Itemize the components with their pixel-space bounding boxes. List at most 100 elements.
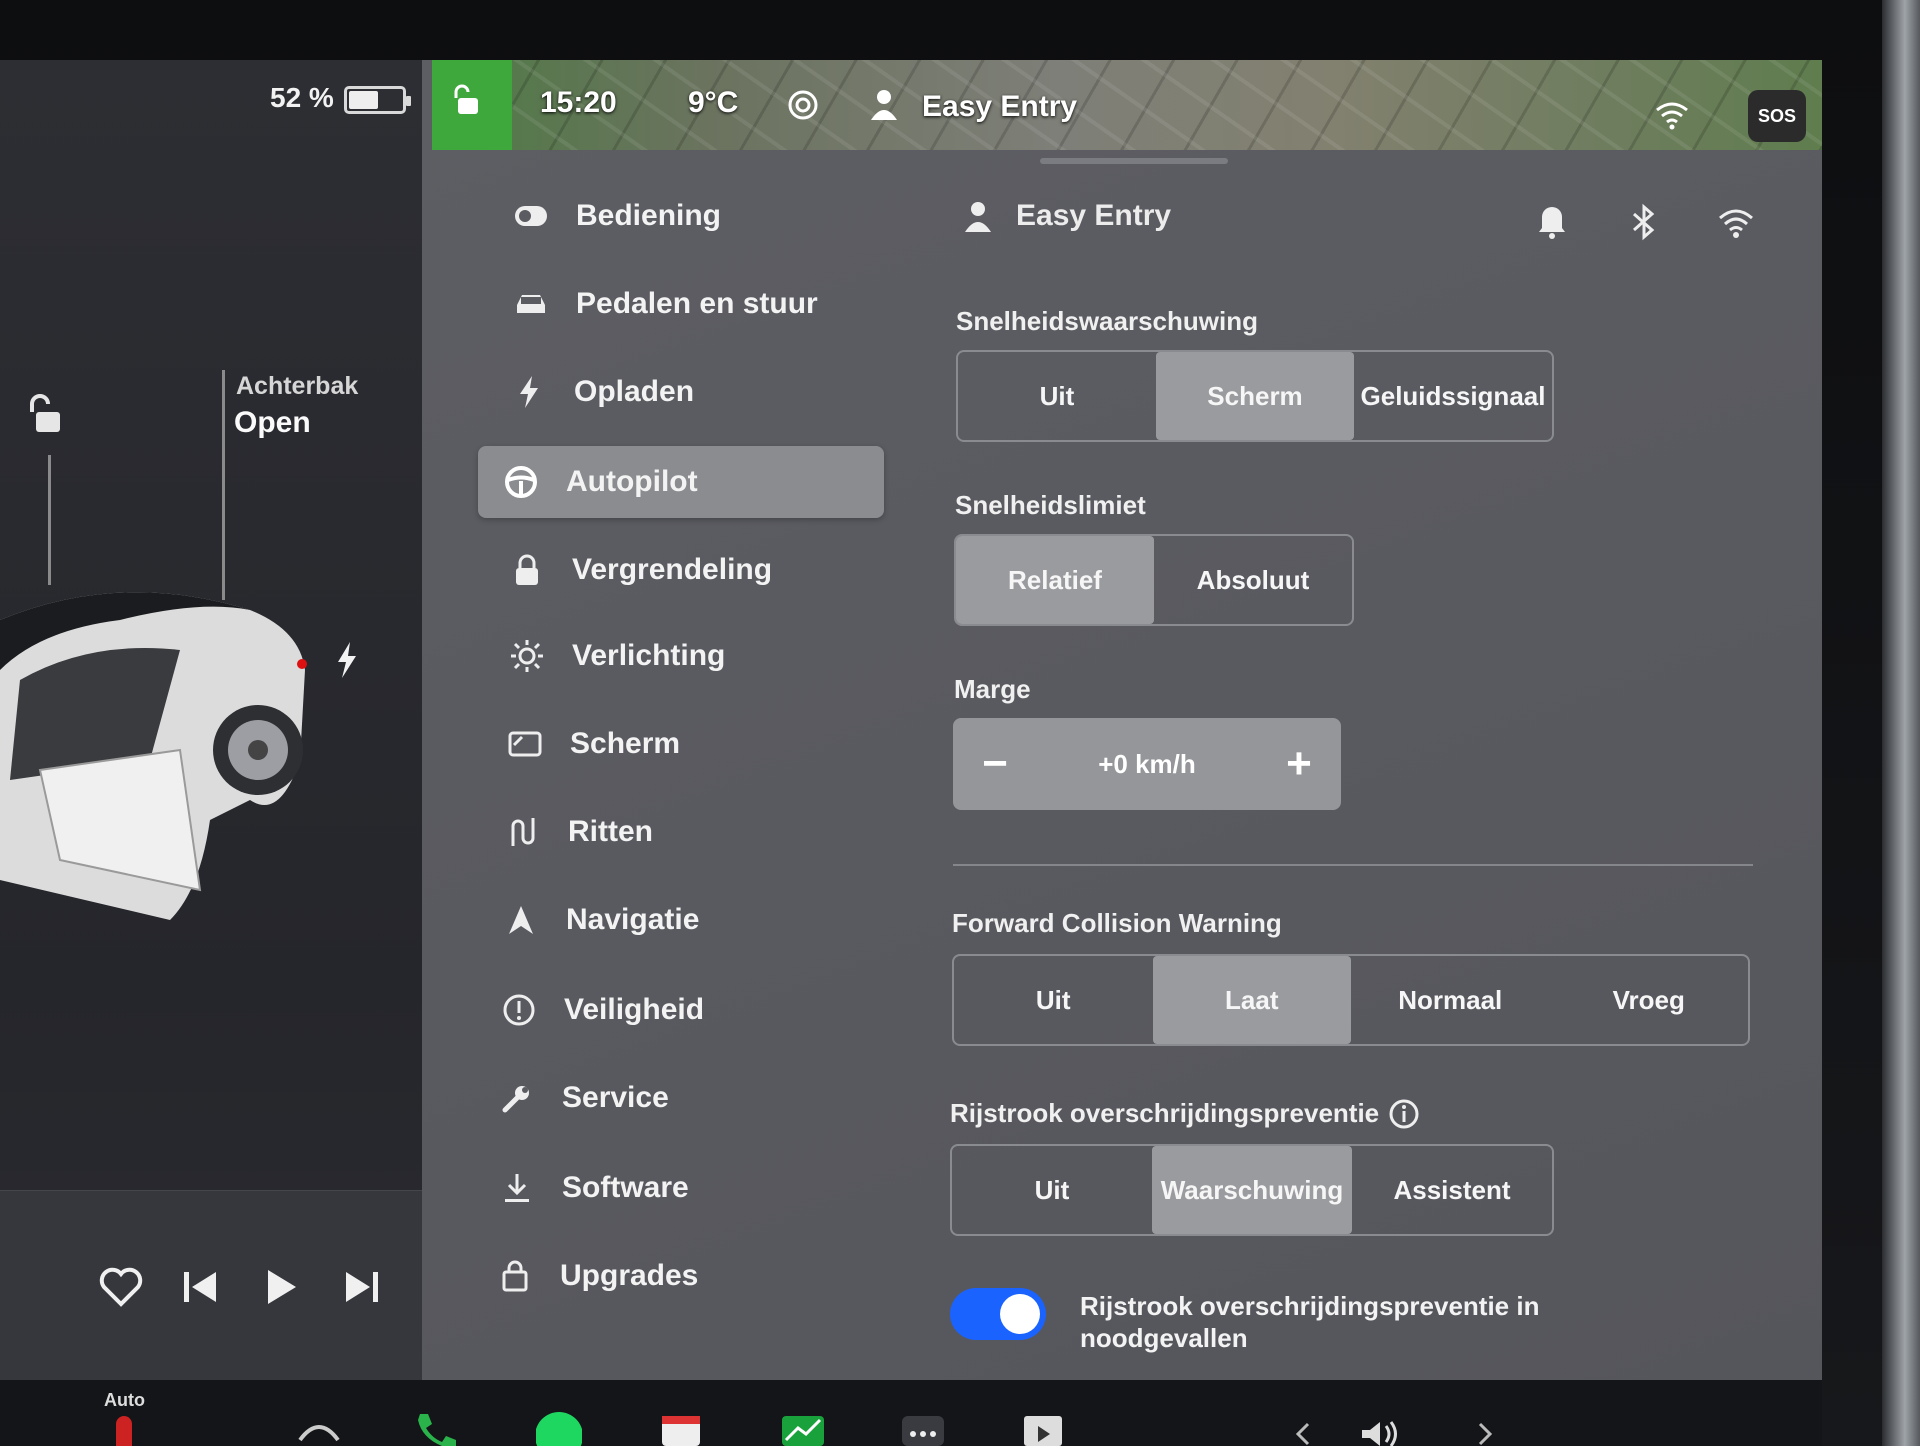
menu-item-autopilot[interactable]: Autopilot [478, 446, 884, 518]
energy-app-icon[interactable] [780, 1410, 826, 1446]
more-apps-icon[interactable] [900, 1410, 946, 1446]
previous-track-icon[interactable] [176, 1262, 226, 1312]
menu-item-label: Veiligheid [564, 993, 705, 1026]
charge-port-icon[interactable] [332, 640, 362, 680]
map-status-bar[interactable] [432, 60, 1822, 150]
seat-heater-icon[interactable] [104, 1410, 150, 1446]
steering-wheel-icon [498, 464, 544, 500]
car-image [0, 592, 307, 920]
forward-collision-late[interactable]: Laat [1152, 956, 1351, 1044]
wifi-icon[interactable] [1716, 202, 1756, 242]
volume-down-chevron-icon[interactable] [1280, 1410, 1326, 1446]
speed-warning-off[interactable]: Uit [958, 352, 1156, 440]
menu-item-label: Service [562, 1081, 669, 1114]
driver-profile[interactable]: Easy Entry [960, 198, 1171, 234]
menu-item-label: Upgrades [560, 1259, 699, 1292]
lane-departure-assist[interactable]: Assistent [1352, 1146, 1552, 1234]
calendar-icon[interactable] [658, 1410, 704, 1446]
speed-warning-selector: Uit Scherm Geluidssignaal [956, 350, 1554, 442]
status-profile-name[interactable]: Easy Entry [922, 90, 1077, 124]
margin-value: +0 km/h [1098, 748, 1196, 779]
theater-icon[interactable] [1020, 1410, 1066, 1446]
frame-edge [1882, 0, 1920, 1446]
menu-item-veiligheid[interactable]: Veiligheid [476, 974, 876, 1046]
emergency-lane-label: Rijstrook overschrijdingspreventie in no… [1080, 1291, 1540, 1353]
info-icon[interactable] [1388, 1098, 1420, 1130]
menu-item-pedalen-en-stuur[interactable]: Pedalen en stuur [488, 268, 888, 340]
section-divider [953, 864, 1753, 866]
volume-up-chevron-icon[interactable] [1462, 1410, 1508, 1446]
forward-collision-early[interactable]: Vroeg [1550, 956, 1749, 1044]
menu-item-upgrades[interactable]: Upgrades [472, 1240, 872, 1312]
trunk-label[interactable]: Achterbak [236, 372, 358, 401]
favorite-icon[interactable] [96, 1262, 146, 1312]
menu-item-bediening[interactable]: Bediening [488, 180, 888, 252]
menu-item-label: Vergrendeling [572, 553, 773, 586]
profile-name: Easy Entry [1016, 199, 1172, 232]
menu-item-label: Ritten [568, 815, 653, 848]
forward-collision-label: Forward Collision Warning [952, 908, 1282, 938]
trunk-status[interactable]: Open [234, 406, 311, 440]
play-icon[interactable] [256, 1262, 306, 1312]
toggle-knob [1000, 1294, 1040, 1334]
spotify-icon[interactable] [536, 1410, 582, 1446]
battery-percent: 52 % [270, 82, 334, 113]
clock: 15:20 [540, 86, 617, 119]
toggle-icon [508, 198, 554, 234]
emergency-lane-toggle[interactable] [950, 1288, 1046, 1340]
margin-stepper: − +0 km/h + [953, 718, 1341, 810]
download-icon [494, 1170, 540, 1206]
sos-button[interactable]: SOS [1748, 90, 1806, 142]
lane-departure-off[interactable]: Uit [952, 1146, 1152, 1234]
unlock-icon[interactable] [24, 392, 70, 438]
margin-increase-button[interactable]: + [1277, 742, 1321, 786]
menu-item-label: Navigatie [566, 903, 700, 936]
menu-item-vergrendeling[interactable]: Vergrendeling [484, 534, 884, 606]
speed-warning-label: Snelheidswaarschuwing [956, 306, 1258, 336]
car-icon [508, 286, 554, 322]
next-track-icon[interactable] [336, 1262, 386, 1312]
menu-item-verlichting[interactable]: Verlichting [484, 620, 884, 692]
menu-item-ritten[interactable]: Ritten [480, 796, 880, 868]
profile-status-icon[interactable] [866, 86, 902, 122]
drawer-handle[interactable] [1040, 158, 1228, 164]
lock-icon [504, 552, 550, 588]
speed-limit-relative[interactable]: Relatief [956, 536, 1154, 624]
bell-icon[interactable] [1532, 202, 1572, 242]
menu-item-software[interactable]: Software [474, 1152, 874, 1224]
navigation-icon [498, 902, 544, 938]
sentry-icon[interactable] [786, 88, 820, 122]
unlock-status-icon[interactable] [450, 82, 486, 118]
wiper-icon[interactable] [296, 1410, 342, 1446]
menu-item-label: Autopilot [566, 465, 698, 498]
speed-limit-label: Snelheidslimiet [955, 490, 1146, 520]
bag-icon [492, 1258, 538, 1294]
menu-item-label: Scherm [570, 727, 681, 760]
bluetooth-icon[interactable] [1624, 202, 1664, 242]
margin-decrease-button[interactable]: − [973, 742, 1017, 786]
speed-limit-selector: Relatief Absoluut [954, 534, 1354, 626]
trips-icon [500, 814, 546, 850]
volume-icon[interactable] [1358, 1410, 1404, 1446]
menu-item-service[interactable]: Service [474, 1062, 874, 1134]
speed-warning-chime[interactable]: Geluidssignaal [1354, 352, 1552, 440]
menu-item-navigatie[interactable]: Navigatie [478, 884, 878, 956]
forward-collision-selector: Uit Laat Normaal Vroeg [952, 954, 1750, 1046]
wifi-status-icon [1656, 102, 1688, 130]
menu-item-label: Opladen [574, 375, 695, 408]
display-icon [502, 726, 548, 762]
forward-collision-normal[interactable]: Normaal [1351, 956, 1550, 1044]
wrench-icon [494, 1080, 540, 1116]
temperature: 9°C [688, 86, 739, 119]
menu-item-opladen[interactable]: Opladen [486, 356, 886, 428]
phone-icon[interactable] [412, 1410, 458, 1446]
forward-collision-off[interactable]: Uit [954, 956, 1153, 1044]
battery-icon [344, 86, 411, 114]
lane-departure-warning[interactable]: Waarschuwing [1152, 1146, 1352, 1234]
menu-item-scherm[interactable]: Scherm [482, 708, 882, 780]
speed-warning-display[interactable]: Scherm [1156, 352, 1354, 440]
menu-item-label: Verlichting [572, 639, 726, 672]
menu-item-label: Pedalen en stuur [576, 287, 818, 320]
speed-limit-absolute[interactable]: Absoluut [1154, 536, 1352, 624]
seat-heat-auto-label: Auto [104, 1390, 145, 1410]
